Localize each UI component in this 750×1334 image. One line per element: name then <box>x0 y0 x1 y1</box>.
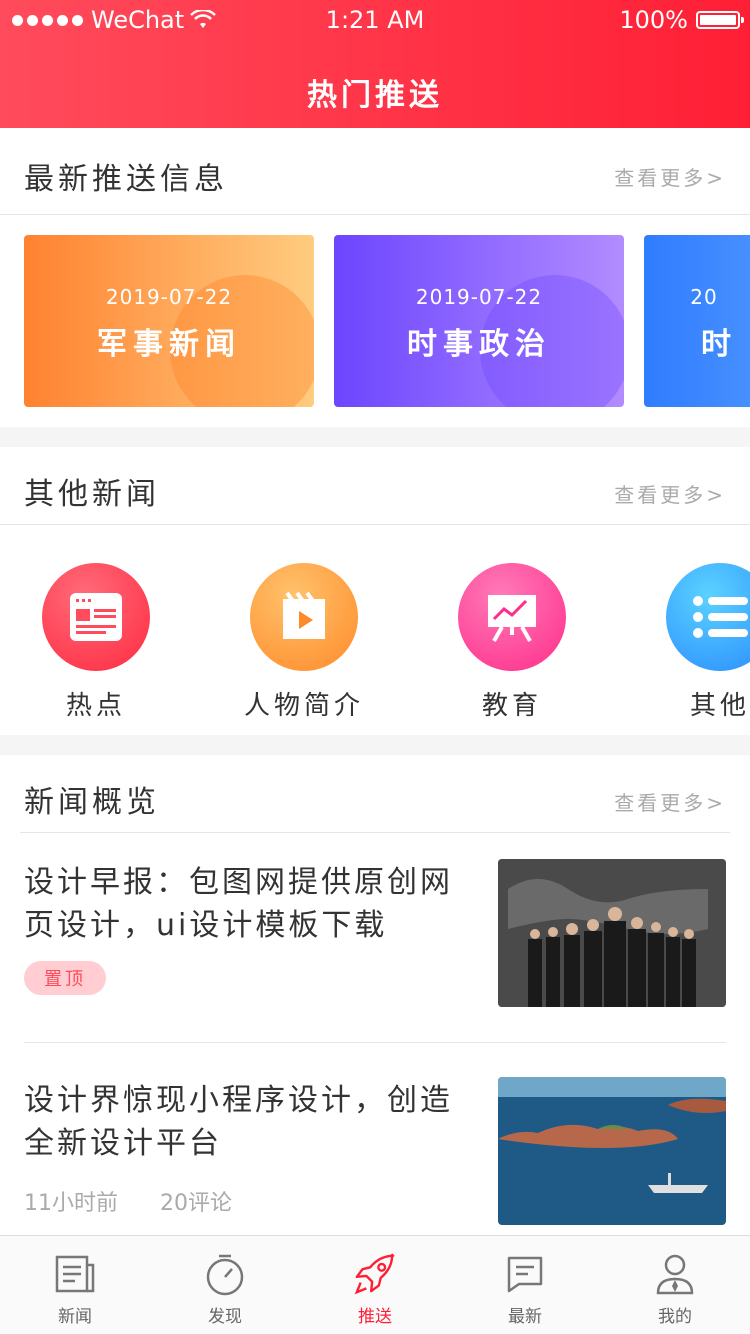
battery-icon <box>696 11 744 29</box>
presentation-chart-icon <box>458 563 566 671</box>
see-more-link[interactable]: 查看更多> <box>614 479 726 508</box>
news-item[interactable]: 设计界惊现小程序设计，创造全新设计平台 11小时前 20评论 <box>24 1077 726 1229</box>
news-time: 11小时前 <box>24 1191 118 1216</box>
app-header: WeChat 1:21 AM 100% 热门推送 <box>0 0 750 128</box>
divider <box>20 832 730 833</box>
category-label: 教育 <box>481 691 542 721</box>
card-name: 军事新闻 <box>97 327 241 362</box>
tab-label: 推送 <box>358 1307 392 1327</box>
card-name: 时 <box>701 327 737 362</box>
battery-label: 100% <box>619 6 688 34</box>
newspaper-icon <box>53 1252 97 1296</box>
menu-list-icon <box>666 563 750 671</box>
tab-label: 我的 <box>658 1307 692 1327</box>
tab-bar: 新闻 发现 推送 最新 我的 <box>0 1235 750 1334</box>
category-hot[interactable]: 热点 <box>6 563 186 722</box>
category-other[interactable]: 其他 <box>630 563 750 722</box>
category-label: 热点 <box>65 691 126 721</box>
divider <box>24 1042 726 1043</box>
tab-news[interactable]: 新闻 <box>0 1236 150 1334</box>
page-title: 热门推送 <box>307 78 443 113</box>
business-team-photo <box>498 859 726 1007</box>
rocket-icon <box>353 1252 397 1296</box>
tab-latest[interactable]: 最新 <box>450 1236 600 1334</box>
video-play-icon <box>250 563 358 671</box>
card-date: 2019-07-22 <box>415 285 543 309</box>
tab-label: 发现 <box>208 1307 242 1327</box>
section-title: 其他新闻 <box>24 477 160 512</box>
overview-section: 新闻概览 查看更多> 设计早报：包图网提供原创网页设计，ui设计模板下载 置顶 <box>0 755 750 1235</box>
stopwatch-icon <box>203 1252 247 1296</box>
news-title: 设计早报：包图网提供原创网页设计，ui设计模板下载 <box>24 865 453 943</box>
latest-section: 最新推送信息 查看更多> 2019-07-22 军事新闻 2019-07-22 … <box>0 128 750 427</box>
tab-mine[interactable]: 我的 <box>600 1236 750 1334</box>
news-comments: 20评论 <box>160 1191 232 1216</box>
section-title: 新闻概览 <box>24 785 160 820</box>
category-label: 人物简介 <box>243 691 364 721</box>
message-icon <box>503 1252 547 1296</box>
tab-label: 最新 <box>508 1307 542 1327</box>
tab-discover[interactable]: 发现 <box>150 1236 300 1334</box>
news-card-politics[interactable]: 2019-07-22 时事政治 <box>334 235 624 407</box>
news-list-icon <box>42 563 150 671</box>
category-education[interactable]: 教育 <box>422 563 602 722</box>
see-more-link[interactable]: 查看更多> <box>614 787 726 816</box>
card-date: 2019-07-22 <box>105 285 233 309</box>
section-title: 最新推送信息 <box>24 162 228 197</box>
status-bar: WeChat 1:21 AM 100% <box>0 0 750 40</box>
news-item[interactable]: 设计早报：包图网提供原创网页设计，ui设计模板下载 置顶 <box>24 859 726 1041</box>
news-card-military[interactable]: 2019-07-22 军事新闻 <box>24 235 314 407</box>
card-date: 20 <box>690 285 718 309</box>
news-card-current[interactable]: 20 时 <box>644 235 750 407</box>
card-name: 时事政治 <box>407 327 551 362</box>
pinned-badge: 置顶 <box>24 961 106 995</box>
news-title: 设计界惊现小程序设计，创造全新设计平台 <box>24 1083 453 1161</box>
tab-label: 新闻 <box>58 1307 92 1327</box>
coastal-island-photo <box>498 1077 726 1225</box>
user-icon <box>653 1252 697 1296</box>
category-label: 其他 <box>689 691 750 721</box>
see-more-link[interactable]: 查看更多> <box>614 162 726 191</box>
category-people[interactable]: 人物简介 <box>214 563 394 722</box>
other-section: 其他新闻 查看更多> 热点 人物简介 教育 其他 <box>0 447 750 735</box>
tab-push[interactable]: 推送 <box>300 1236 450 1334</box>
